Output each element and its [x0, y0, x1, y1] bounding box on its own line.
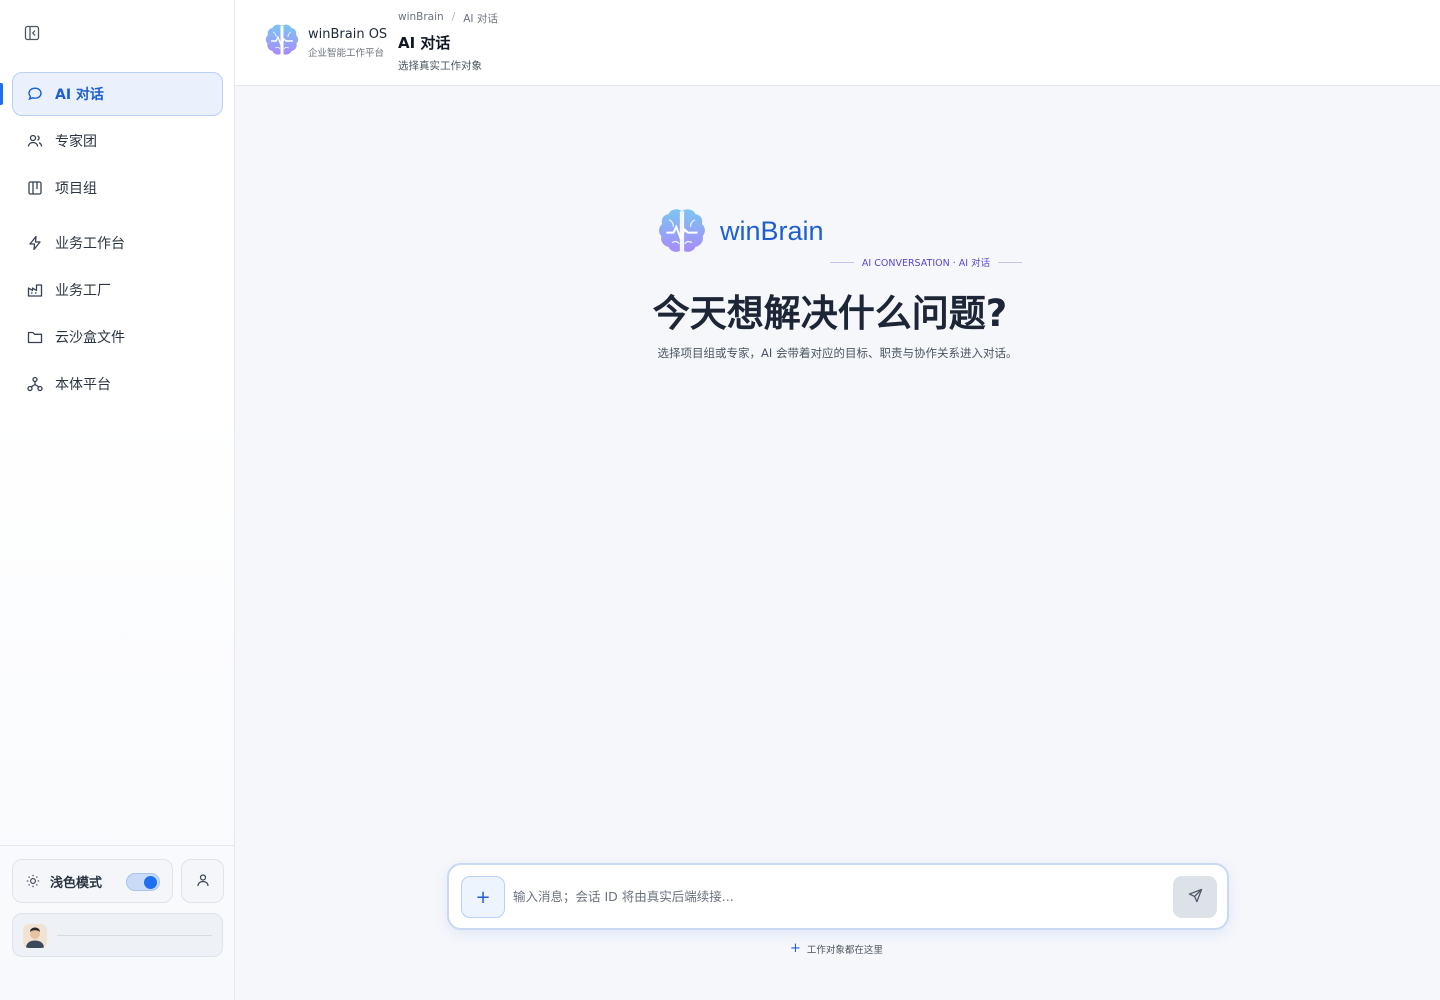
breadcrumb-item: AI 对话 [463, 13, 498, 25]
sidebar-item-workbench[interactable]: 业务工作台 [12, 221, 223, 265]
breadcrumb-item[interactable]: winBrain [398, 11, 444, 26]
hero-tag-text: AI CONVERSATION · AI 对话 [861, 258, 991, 269]
folder-icon [26, 329, 43, 346]
sidebar-item-label: AI 对话 [55, 87, 104, 103]
hero-tagline: AI CONVERSATION · AI 对话 [830, 254, 1022, 270]
message-composer: + [447, 863, 1229, 930]
plus-icon: + [790, 941, 801, 956]
chat-bubble-icon [26, 86, 43, 103]
theme-toggle[interactable]: 浅色模式 [12, 859, 173, 903]
brain-logo-icon [263, 22, 301, 62]
board-icon [26, 180, 43, 197]
top-header: winBrain OS 企业智能工作平台 winBrain / AI 对话 AI… [235, 0, 1440, 86]
add-attachment-button[interactable]: + [461, 876, 505, 918]
page-title: AI 对话 [398, 34, 451, 52]
sidebar-footer: 浅色模式 [0, 845, 235, 1000]
user-card[interactable] [12, 913, 223, 957]
theme-label: 浅色模式 [50, 875, 103, 891]
user-icon [196, 872, 210, 891]
divider [830, 261, 854, 263]
hero-title: 今天想解决什么问题? [652, 292, 1008, 335]
send-button[interactable] [1173, 876, 1217, 918]
lightning-icon [26, 235, 43, 252]
sidebar-item-projects[interactable]: 项目组 [12, 166, 223, 210]
sidebar-collapse-icon[interactable] [22, 23, 42, 43]
message-input[interactable] [513, 881, 1163, 911]
switch-knob [144, 876, 157, 889]
theme-switch[interactable] [126, 873, 160, 891]
active-indicator [0, 83, 3, 105]
sidebar-item-ontology[interactable]: 本体平台 [12, 362, 223, 406]
factory-icon [26, 282, 43, 299]
divider [998, 261, 1022, 263]
sun-icon [26, 874, 40, 888]
composer-hint-text: 工作对象都在这里 [806, 944, 883, 956]
send-icon [1188, 888, 1203, 907]
sidebar-item-label: 业务工厂 [55, 283, 111, 299]
brand-name: winBrain OS [308, 27, 388, 42]
brain-logo-icon [655, 205, 709, 263]
plus-icon: + [475, 886, 491, 908]
sidebar-item-label: 云沙盒文件 [55, 330, 125, 346]
users-icon [26, 133, 43, 150]
sidebar: AI 对话 专家团 项目组 业务工作台 业务工厂 云沙盒文件 本体平台 浅色模式 [0, 0, 235, 1000]
sidebar-item-experts[interactable]: 专家团 [12, 119, 223, 163]
sidebar-item-label: 业务工作台 [55, 236, 125, 252]
breadcrumb-separator: / [451, 11, 456, 23]
hero-brand: winBrain [720, 216, 824, 246]
sidebar-item-sandbox-files[interactable]: 云沙盒文件 [12, 315, 223, 359]
user-name-placeholder [57, 935, 212, 936]
sidebar-item-label: 项目组 [55, 181, 97, 197]
sidebar-item-label: 专家团 [55, 134, 97, 150]
sidebar-item-label: 本体平台 [55, 377, 111, 393]
profile-button[interactable] [181, 859, 224, 903]
network-icon [26, 376, 43, 393]
breadcrumb: winBrain / AI 对话 [398, 11, 498, 26]
hero-description: 选择项目组或专家，AI 会带着对应的目标、职责与协作关系进入对话。 [657, 346, 1018, 360]
sidebar-item-ai-chat[interactable]: AI 对话 [12, 72, 223, 116]
composer-hint[interactable]: + 工作对象都在这里 [790, 941, 883, 956]
brand-subtitle: 企业智能工作平台 [308, 48, 385, 59]
page-subtitle: 选择真实工作对象 [398, 60, 482, 72]
sidebar-item-factory[interactable]: 业务工厂 [12, 268, 223, 312]
avatar [23, 924, 47, 948]
